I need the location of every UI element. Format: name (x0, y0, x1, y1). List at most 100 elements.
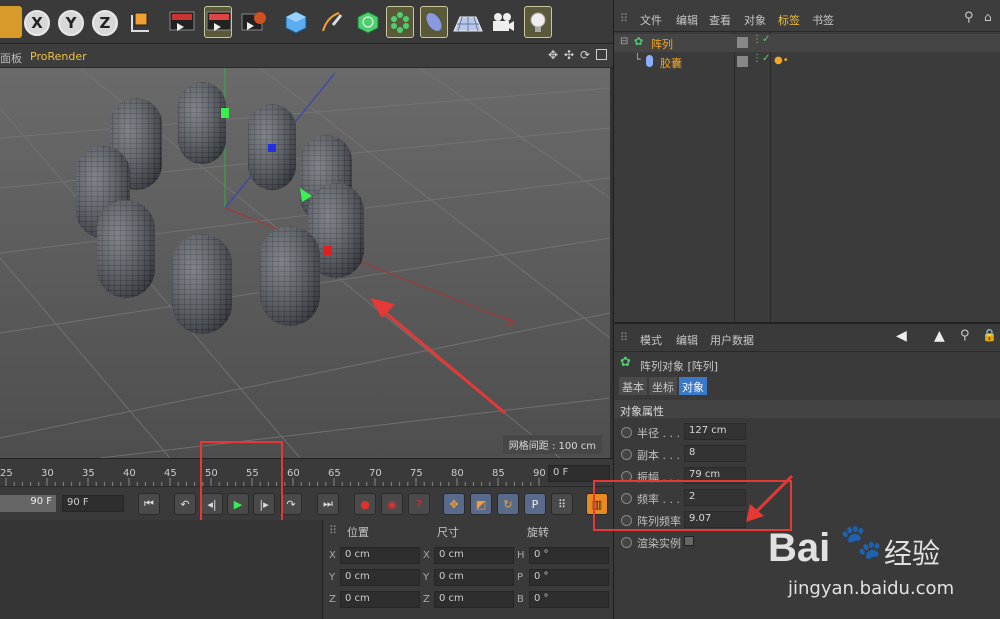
rot-b-field[interactable]: 0 ° (529, 591, 609, 608)
z-axis-lock-button[interactable]: Z (92, 10, 118, 36)
menu-objects[interactable]: 对象 (744, 12, 766, 28)
previous-keyframe-button[interactable]: ↶ (174, 493, 196, 515)
viewport-panel-menu[interactable]: 面板 (0, 50, 22, 66)
object-name[interactable]: 胶囊 (660, 55, 682, 71)
radius-field[interactable]: 127 cm (684, 423, 746, 440)
point-level-key-button[interactable]: ⠿ (551, 493, 573, 515)
start-frame-field[interactable]: 90 F (0, 495, 56, 512)
timeline-tick-label: 45 (164, 468, 177, 479)
menu-view[interactable]: 查看 (709, 12, 731, 28)
viewport-maximize-icon[interactable] (596, 49, 607, 60)
render-settings-icon[interactable] (240, 6, 268, 38)
back-arrow-icon[interactable]: ◀ (896, 328, 907, 344)
cube-icon[interactable] (282, 6, 310, 38)
edit-mode-icon[interactable] (0, 6, 22, 38)
scale-key-button[interactable]: ◩ (470, 493, 492, 515)
up-arrow-icon[interactable]: ▲ (934, 328, 945, 344)
array-generator-icon[interactable] (386, 6, 414, 38)
menu-file[interactable]: 文件 (640, 12, 662, 28)
pos-y-label: Y (329, 572, 336, 583)
tab-object[interactable]: 对象 (679, 377, 707, 395)
object-manager-menubar: ⠿ 文件 编辑 查看 对象 标签 书签 ⚲ ⌂ (614, 0, 1000, 32)
keyframe-selection-button[interactable]: ? (408, 493, 430, 515)
baidu-watermark: Bai 🐾 经验 jingyan.baidu.com (768, 512, 1000, 616)
pen-spline-icon[interactable] (318, 6, 346, 38)
phong-tag-icon[interactable]: ●• (774, 55, 789, 66)
go-to-end-button[interactable]: ⏭ (317, 493, 339, 515)
pos-y-field[interactable]: 0 cm (340, 569, 420, 586)
y-axis-handle (221, 108, 229, 118)
parameter-key-button[interactable]: P (524, 493, 546, 515)
panel-grip-icon[interactable]: ⠿ (620, 331, 628, 344)
layer-icon[interactable] (737, 37, 748, 48)
render-instances-animate-radio[interactable] (621, 537, 632, 548)
object-row-array[interactable]: ⊟ ✿ 阵列 ⋮✓ (614, 34, 1000, 52)
position-key-button[interactable]: ✥ (443, 493, 465, 515)
tree-collapse-icon[interactable]: ⊟ (620, 36, 628, 47)
deformer-icon[interactable] (420, 6, 448, 38)
record-keys-button[interactable]: ● (354, 493, 376, 515)
timeline-tick-label: 75 (410, 468, 423, 479)
end-frame-field[interactable]: 90 F (62, 495, 124, 512)
render-picture-viewer-icon[interactable] (204, 6, 232, 38)
home-icon[interactable]: ⌂ (984, 10, 992, 24)
light-bulb-icon[interactable] (524, 6, 552, 38)
search-icon[interactable]: ⚲ (960, 328, 970, 343)
camera-icon[interactable] (488, 6, 516, 38)
visibility-toggle-icon[interactable]: ⋮✓ (752, 53, 770, 64)
size-z-label: Z (423, 594, 430, 605)
3d-viewport[interactable]: 网格间距 : 100 cm (0, 68, 610, 458)
menu-user-data[interactable]: 用户数据 (710, 332, 754, 348)
size-x-field[interactable]: 0 cm (434, 547, 514, 564)
section-title: 对象属性 (620, 405, 664, 418)
layer-icon[interactable] (737, 56, 748, 67)
panel-grip-icon[interactable]: ⠿ (620, 12, 628, 25)
size-y-field[interactable]: 0 cm (434, 569, 514, 586)
copies-label: 副本 . . . (637, 449, 680, 462)
capsule-array[interactable] (76, 82, 364, 334)
pos-x-field[interactable]: 0 cm (340, 547, 420, 564)
rot-h-field[interactable]: 0 ° (529, 547, 609, 564)
y-axis-lock-button[interactable]: Y (58, 10, 84, 36)
timeline-tick-label: 80 (451, 468, 464, 479)
viewport-zoom-icon[interactable]: ✣ (564, 48, 574, 62)
render-instances-checkbox[interactable] (684, 536, 694, 546)
lock-icon[interactable]: 🔒 (982, 328, 997, 342)
x-axis-lock-button[interactable]: X (24, 10, 50, 36)
coordinate-system-icon[interactable] (126, 6, 154, 38)
auto-key-button[interactable]: ◉ (381, 493, 403, 515)
floor-scene-icon[interactable] (452, 6, 484, 38)
object-name[interactable]: 阵列 (651, 36, 673, 52)
tab-coord[interactable]: 坐标 (649, 377, 677, 395)
menu-mode[interactable]: 模式 (640, 332, 662, 348)
prorender-menu[interactable]: ProRender (30, 50, 87, 63)
go-to-start-button[interactable]: ⏮ (138, 493, 160, 515)
subdivision-icon[interactable] (354, 6, 382, 38)
panel-grip-icon[interactable]: ⠿ (329, 524, 337, 537)
menu-tags[interactable]: 标签 (778, 12, 800, 28)
menu-edit[interactable]: 编辑 (676, 332, 698, 348)
rotation-key-button[interactable]: ↻ (497, 493, 519, 515)
visibility-toggle-icon[interactable]: ⋮✓ (752, 34, 770, 45)
attribute-title: 阵列对象 [阵列] (640, 360, 719, 373)
tab-basic[interactable]: 基本 (619, 377, 647, 395)
size-x-label: X (423, 550, 430, 561)
material-manager-panel (0, 520, 322, 619)
menu-edit[interactable]: 编辑 (676, 12, 698, 28)
size-z-field[interactable]: 0 cm (434, 591, 514, 608)
search-icon[interactable]: ⚲ (964, 10, 974, 25)
object-row-capsule[interactable]: └ 胶囊 ⋮✓ ●• (614, 53, 1000, 71)
copies-animate-radio[interactable] (621, 449, 632, 460)
watermark-url: jingyan.baidu.com (788, 578, 955, 599)
viewport-rotate-icon[interactable]: ⟳ (580, 48, 590, 62)
copies-field[interactable]: 8 (684, 445, 746, 462)
viewport-move-icon[interactable]: ✥ (548, 48, 558, 62)
next-keyframe-button[interactable]: ↷ (280, 493, 302, 515)
timeline-ruler[interactable]: 25 30 35 40 45 50 55 60 65 70 75 80 85 90 0 F (0, 458, 613, 487)
rot-p-field[interactable]: 0 ° (529, 569, 609, 586)
array-object-icon: ✿ (620, 355, 631, 370)
menu-bookmarks[interactable]: 书签 (812, 12, 834, 28)
radius-animate-radio[interactable] (621, 427, 632, 438)
pos-z-field[interactable]: 0 cm (340, 591, 420, 608)
render-view-icon[interactable] (168, 6, 196, 38)
